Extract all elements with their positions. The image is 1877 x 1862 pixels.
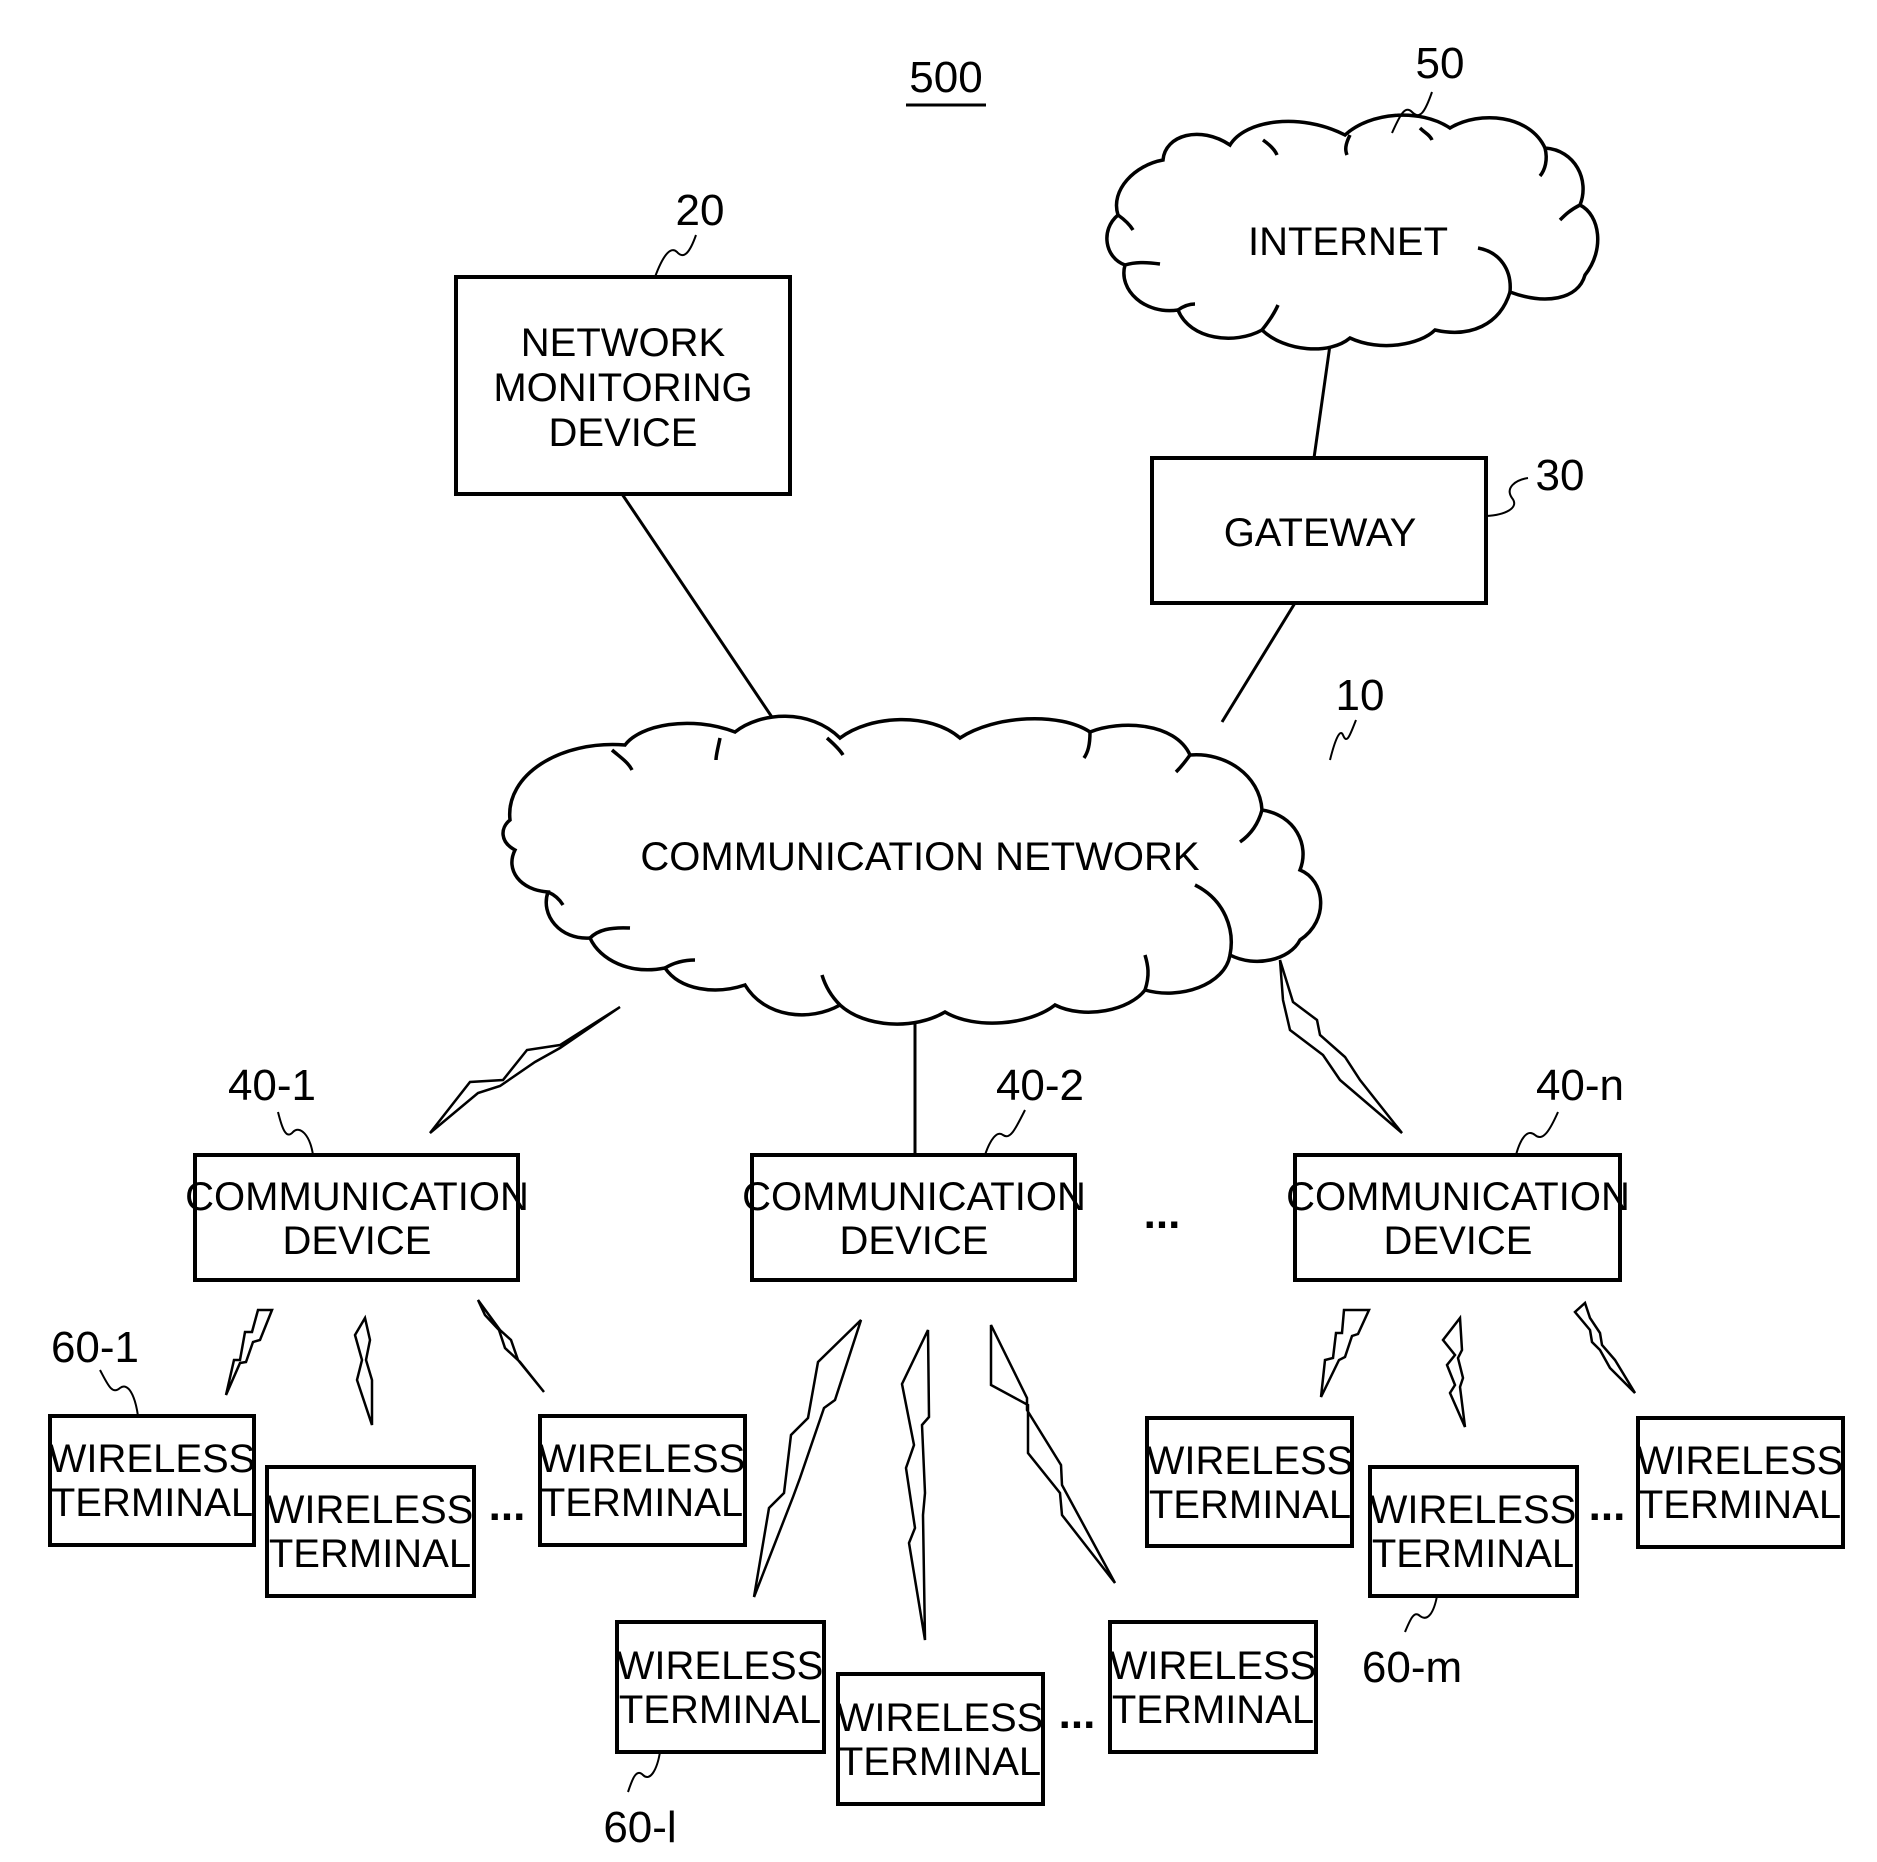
leader-line-40-1 <box>277 1111 314 1156</box>
nmd-line-2: MONITORING <box>493 366 752 410</box>
wt-line-2: TERMINAL <box>269 1532 471 1576</box>
ref-label-50: 50 <box>1416 39 1465 88</box>
ref-label-40-n: 40-n <box>1536 1061 1624 1110</box>
leader-line-40-n <box>1515 1111 1559 1156</box>
wt-line-1: WIRELESS <box>1147 1439 1354 1483</box>
wireless-link-icon-40-n-terminal-3 <box>1573 1300 1637 1394</box>
internet-label: INTERNET <box>1248 220 1448 264</box>
ref-label-20: 20 <box>676 186 725 235</box>
wt-line-2: TERMINAL <box>1112 1688 1314 1732</box>
device-ellipsis: ... <box>1144 1189 1181 1238</box>
leader-line-10 <box>1329 719 1357 761</box>
terminal-ellipsis: ... <box>1059 1689 1096 1738</box>
link-internet-to-gateway <box>1312 344 1332 459</box>
wireless-terminal: WIRELESS TERMINAL <box>538 1414 747 1547</box>
wireless-terminal-group-2: WIRELESS TERMINAL WIRELESS TERMINAL ... … <box>615 1620 1318 1806</box>
leader-line-60-1 <box>99 1369 139 1417</box>
gateway-label: GATEWAY <box>1224 511 1417 555</box>
ref-label-10: 10 <box>1336 671 1385 720</box>
wireless-link-icon-40-2-terminal-1 <box>752 1319 863 1598</box>
wt-line-2: TERMINAL <box>1639 1483 1841 1527</box>
ref-label-40-2: 40-2 <box>996 1061 1084 1110</box>
wt-line-1: WIRELESS <box>837 1696 1044 1740</box>
device-40-n-line-2: DEVICE <box>1384 1219 1533 1263</box>
wireless-link-icon-40-1-terminal-1 <box>224 1308 274 1396</box>
ref-label-60-l: 60-l <box>603 1803 676 1852</box>
wireless-link-icon-40-2-terminal-3 <box>989 1324 1117 1584</box>
wt-line-2: TERMINAL <box>619 1688 821 1732</box>
wt-line-1: WIRELESS <box>1637 1439 1844 1483</box>
communication-network-label: COMMUNICATION NETWORK <box>640 835 1200 879</box>
leader-line-60-l <box>627 1751 661 1793</box>
wt-line-1: WIRELESS <box>267 1488 474 1532</box>
leader-line-40-2 <box>984 1109 1026 1156</box>
wireless-link-icon-40-1-terminal-3 <box>476 1299 545 1393</box>
wireless-terminal: WIRELESS TERMINAL <box>1145 1416 1354 1548</box>
wt-line-1: WIRELESS <box>1370 1488 1577 1532</box>
ref-label-30: 30 <box>1536 451 1585 500</box>
device-40-1-line-2: DEVICE <box>283 1219 432 1263</box>
network-system-diagram: 500 INTERNET 50 NETWORK MONITORING DEVIC… <box>48 39 1845 1852</box>
wireless-terminal: WIRELESS TERMINAL <box>1636 1416 1845 1549</box>
wireless-link-icon-network-to-40-n <box>1278 959 1403 1134</box>
wireless-link-icon-40-n-terminal-1 <box>1319 1308 1371 1398</box>
wireless-terminal: WIRELESS TERMINAL <box>836 1672 1045 1806</box>
wt-line-2: TERMINAL <box>839 1740 1041 1784</box>
gateway-box: GATEWAY <box>1150 456 1488 605</box>
device-40-1-line-1: COMMUNICATION <box>185 1175 529 1219</box>
leader-line-20 <box>654 234 697 278</box>
wireless-terminal-60-1: WIRELESS TERMINAL <box>48 1414 256 1547</box>
wireless-terminal-group-3: WIRELESS TERMINAL WIRELESS TERMINAL ... … <box>1145 1416 1845 1598</box>
communication-device-40-n: COMMUNICATION DEVICE <box>1286 1153 1630 1282</box>
wireless-link-icon-network-to-40-1 <box>429 1005 621 1134</box>
wt-line-2: TERMINAL <box>51 1481 253 1525</box>
nmd-line-1: NETWORK <box>521 321 726 365</box>
device-40-2-line-1: COMMUNICATION <box>742 1175 1086 1219</box>
ref-label-60-m: 60-m <box>1362 1643 1462 1692</box>
wireless-terminal-60-l: WIRELESS TERMINAL <box>615 1620 826 1754</box>
wt-line-2: TERMINAL <box>1149 1483 1351 1527</box>
leader-line-60-m <box>1404 1595 1438 1633</box>
communication-device-40-2: COMMUNICATION DEVICE <box>742 1153 1086 1282</box>
device-40-2-line-2: DEVICE <box>840 1219 989 1263</box>
wt-line-2: TERMINAL <box>541 1481 743 1525</box>
communication-device-40-1: COMMUNICATION DEVICE <box>185 1153 529 1282</box>
terminal-ellipsis: ... <box>1589 1481 1626 1530</box>
wireless-terminal: WIRELESS TERMINAL <box>265 1465 476 1598</box>
leader-line-30 <box>1485 477 1529 517</box>
ref-label-40-1: 40-1 <box>228 1061 316 1110</box>
network-monitoring-device-box: NETWORK MONITORING DEVICE <box>454 275 792 496</box>
link-gateway-to-network <box>1220 602 1297 723</box>
communication-network-cloud: COMMUNICATION NETWORK <box>501 714 1323 1026</box>
wireless-link-icon-40-1-terminal-2 <box>353 1314 374 1426</box>
wireless-terminal: WIRELESS TERMINAL <box>1108 1620 1318 1754</box>
figure-number: 500 <box>909 53 982 102</box>
internet-cloud: INTERNET <box>1105 113 1600 351</box>
link-monitor-to-network <box>620 493 788 739</box>
ref-label-60-1: 60-1 <box>51 1323 139 1372</box>
wt-line-1: WIRELESS <box>617 1644 824 1688</box>
wt-line-1: WIRELESS <box>539 1437 746 1481</box>
terminal-ellipsis: ... <box>489 1481 526 1530</box>
wt-line-1: WIRELESS <box>49 1437 256 1481</box>
nmd-line-3: DEVICE <box>549 411 698 455</box>
wireless-link-icon-40-2-terminal-2 <box>900 1329 931 1641</box>
wireless-terminal-60-m: WIRELESS TERMINAL <box>1368 1465 1579 1598</box>
wt-line-2: TERMINAL <box>1372 1532 1574 1576</box>
device-40-n-line-1: COMMUNICATION <box>1286 1175 1630 1219</box>
wireless-terminal-group-1: WIRELESS TERMINAL WIRELESS TERMINAL ... … <box>48 1414 747 1598</box>
wt-line-1: WIRELESS <box>1110 1644 1317 1688</box>
wireless-link-icon-40-n-terminal-2 <box>1441 1314 1467 1428</box>
